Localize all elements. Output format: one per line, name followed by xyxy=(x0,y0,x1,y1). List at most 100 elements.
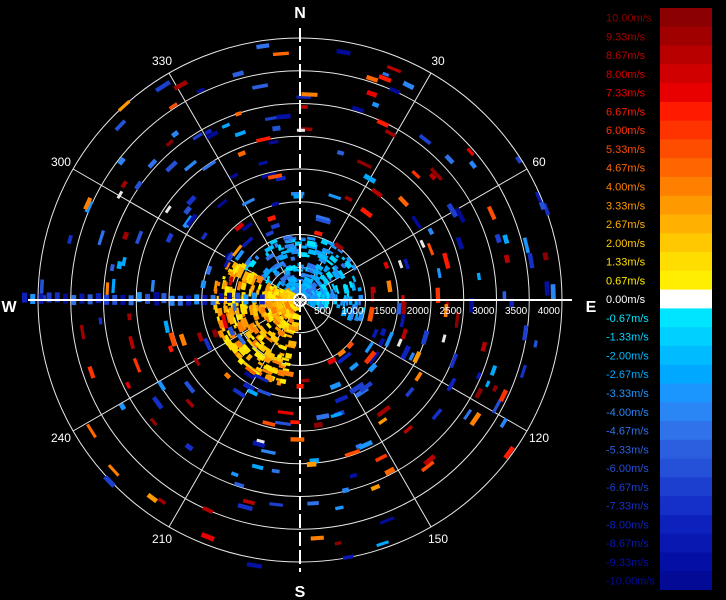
velocity-cell xyxy=(38,293,44,304)
velocity-cell xyxy=(127,313,132,321)
velocity-cell xyxy=(255,136,271,143)
cardinal-label-n: N xyxy=(294,5,306,22)
legend-swatch xyxy=(660,101,712,122)
legend-label: -4.00m/s xyxy=(606,407,649,419)
legend-label: -10.00m/s xyxy=(606,576,655,588)
legend-swatch xyxy=(660,533,712,553)
velocity-cell xyxy=(336,304,341,309)
velocity-cell xyxy=(39,279,45,294)
velocity-cell xyxy=(342,554,354,560)
legend-swatch xyxy=(660,8,712,28)
legend-swatch xyxy=(660,176,712,197)
velocity-cell xyxy=(335,254,340,259)
legend-label: 2.00m/s xyxy=(606,238,646,250)
bearing-label: 150 xyxy=(428,532,448,546)
velocity-cell xyxy=(216,281,221,287)
legend-swatch xyxy=(660,458,712,478)
legend-label: -7.33m/s xyxy=(606,501,649,513)
velocity-cell xyxy=(157,497,167,505)
legend-swatch xyxy=(660,158,712,178)
velocity-cell xyxy=(183,159,198,172)
bearing-label: 60 xyxy=(532,155,546,169)
velocity-cell xyxy=(371,187,383,198)
velocity-cell xyxy=(384,129,397,138)
velocity-cell xyxy=(227,292,232,303)
velocity-cell xyxy=(265,230,275,237)
velocity-cell xyxy=(22,292,27,303)
legend-label: -8.00m/s xyxy=(606,519,649,531)
legend-label: 1.33m/s xyxy=(606,257,646,269)
velocity-cell xyxy=(264,116,277,121)
velocity-cell xyxy=(327,356,337,366)
velocity-cell xyxy=(494,233,502,244)
velocity-cell xyxy=(399,318,405,328)
velocity-cell xyxy=(293,194,303,199)
velocity-cell xyxy=(272,125,281,132)
velocity-cell xyxy=(341,256,346,261)
legend-label: -2.67m/s xyxy=(606,369,649,381)
legend-label: 0.67m/s xyxy=(606,275,646,287)
velocity-cell xyxy=(235,292,241,303)
velocity-cell xyxy=(491,384,499,393)
velocity-cell xyxy=(241,236,254,249)
velocity-cell xyxy=(121,256,127,267)
velocity-cell xyxy=(396,338,403,347)
velocity-cell xyxy=(232,70,245,78)
legend-label: 0.00m/s xyxy=(606,294,646,306)
velocity-cell xyxy=(218,293,224,304)
velocity-cell xyxy=(86,423,97,439)
legend-label: 7.33m/s xyxy=(606,88,646,100)
velocity-legend: 10.00m/s 9.33m/s 8.67m/s 8.00m/s 7.33m/s 6.67… xyxy=(606,8,712,590)
velocity-cell xyxy=(376,540,390,548)
velocity-cell xyxy=(234,129,247,138)
velocity-cell xyxy=(310,535,324,541)
velocity-cell xyxy=(444,154,455,165)
velocity-cell xyxy=(378,337,386,347)
velocity-cell xyxy=(386,280,393,293)
velocity-cell xyxy=(466,147,475,157)
velocity-cell xyxy=(117,156,126,166)
velocity-cell xyxy=(341,487,350,494)
velocity-cell xyxy=(463,408,473,421)
velocity-cell xyxy=(544,281,550,296)
velocity-cell xyxy=(334,505,344,511)
velocity-cell xyxy=(168,332,178,347)
velocity-cell xyxy=(214,304,219,314)
bearing-label: 300 xyxy=(51,155,71,169)
cardinal-axes xyxy=(28,28,572,572)
velocity-cell xyxy=(265,322,272,329)
velocity-cell xyxy=(290,437,305,442)
velocity-cell xyxy=(87,365,96,379)
range-label: 2000 xyxy=(407,306,430,317)
legend-swatch xyxy=(660,402,712,422)
velocity-cell xyxy=(301,378,310,383)
velocity-cell xyxy=(356,159,373,169)
legend-swatch xyxy=(660,64,712,84)
velocity-cell xyxy=(246,562,263,569)
velocity-cell xyxy=(149,417,158,427)
velocity-cell xyxy=(426,242,435,256)
legend-swatch xyxy=(660,139,712,159)
velocity-cell xyxy=(256,43,270,50)
legend-label: -2.00m/s xyxy=(606,350,649,362)
velocity-cell xyxy=(146,492,159,504)
velocity-cell xyxy=(404,386,415,398)
legend-swatch xyxy=(660,45,712,65)
velocity-cell xyxy=(145,293,150,304)
velocity-cell xyxy=(542,252,549,261)
velocity-cell xyxy=(371,328,379,339)
velocity-cell xyxy=(370,286,376,294)
velocity-cell xyxy=(184,442,194,452)
velocity-cell xyxy=(258,160,268,166)
velocity-cell xyxy=(161,293,167,304)
legend-label: -9.33m/s xyxy=(606,557,649,569)
velocity-cell xyxy=(420,329,430,345)
velocity-cell xyxy=(400,328,408,340)
velocity-cell xyxy=(202,505,214,514)
velocity-cell xyxy=(63,293,68,304)
velocity-cell xyxy=(165,232,174,243)
legend-swatch xyxy=(660,214,712,234)
velocity-cell xyxy=(125,381,132,389)
velocity-cell xyxy=(306,236,316,241)
velocity-cell xyxy=(365,74,379,83)
